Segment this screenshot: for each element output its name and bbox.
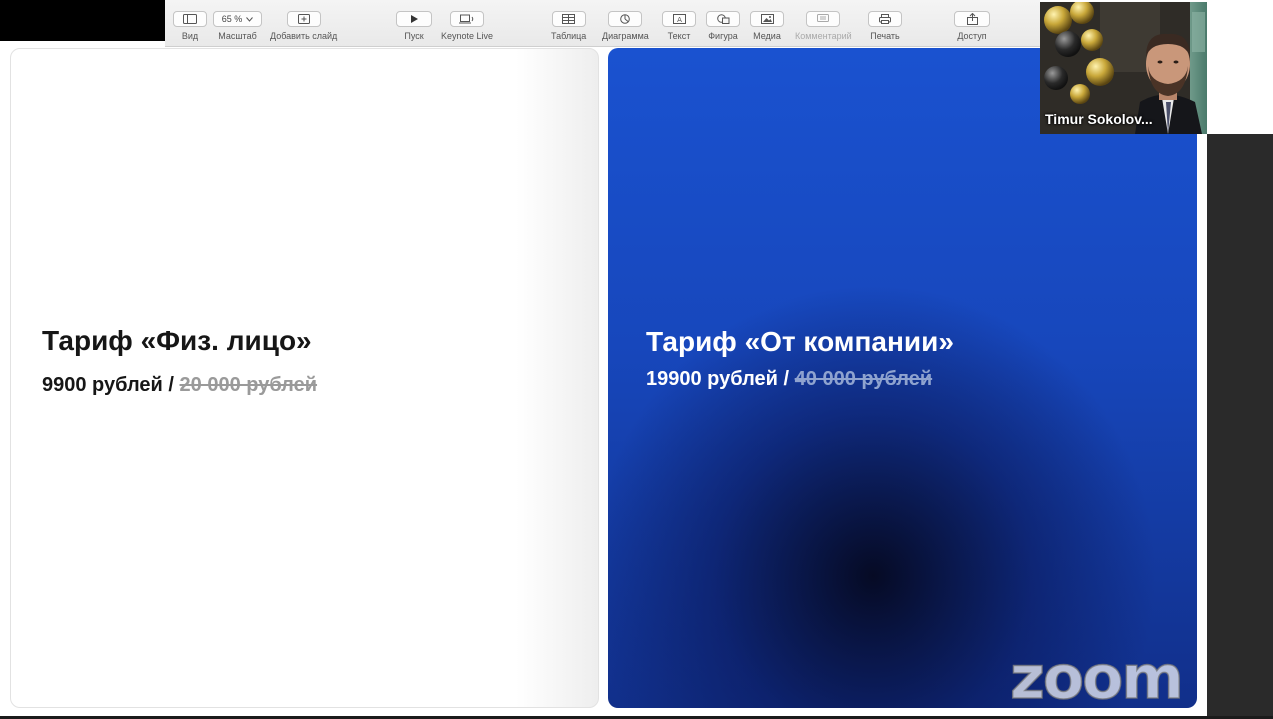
black-corner-area [0,0,165,41]
text-label: Текст [667,31,691,41]
shape-button[interactable]: Фигура [706,11,740,41]
right-dark-strip [1207,134,1273,719]
share-icon [954,11,990,27]
participant-name: Timur Sokolov... [1045,111,1153,127]
table-button[interactable]: Таблица [551,11,586,41]
play-label: Пуск [404,31,424,41]
play-icon [396,11,432,27]
add-slide-button[interactable]: Добавить слайд [270,11,337,41]
keynote-live-label: Keynote Live [441,31,494,41]
text-box-icon: A [662,11,696,27]
chart-label: Диаграмма [602,31,649,41]
zoom-dropdown[interactable]: 65 % Масштаб [213,11,262,41]
participant-video-tile[interactable]: Timur Sokolov... [1040,2,1207,134]
tariff-company-old-price: 40 000 рублей [794,368,933,390]
print-label: Печать [870,31,900,41]
shape-label: Фигура [708,31,738,41]
zoom-value: 65 % [221,14,243,24]
view-button[interactable]: Вид [173,11,207,41]
share-label: Доступ [957,31,987,41]
comment-icon [806,11,841,27]
comment-button[interactable]: Комментарий [795,11,852,41]
zoom-label: Масштаб [218,31,257,41]
svg-text:A: A [677,16,682,24]
tariff-company-price: 19900 рублей / [646,368,790,390]
table-label: Таблица [551,31,587,41]
tariff-individual-price: 9900 рублей / [42,374,174,396]
add-slide-label: Добавить слайд [270,31,338,41]
tariff-company-title: Тариф «От компании» [646,326,954,357]
zoom-watermark: zoom [1009,643,1184,713]
share-button[interactable]: Доступ [954,11,990,41]
table-icon [551,11,586,27]
text-button[interactable]: A Текст [662,11,696,41]
tariff-company-price-line: 19900 рублей / 40 000 рублей [646,368,932,391]
media-icon [750,11,784,27]
comment-label: Комментарий [795,31,852,41]
print-icon [868,11,902,27]
sidebar-view-icon [173,11,207,27]
chevron-down-icon [246,16,254,22]
print-button[interactable]: Печать [868,11,902,41]
shape-icon [706,11,740,27]
chart-button[interactable]: Диаграмма [602,11,649,41]
keynote-live-button[interactable]: Keynote Live [441,11,493,41]
keynote-live-icon [450,11,485,27]
chart-icon [608,11,643,27]
view-label: Вид [181,31,199,41]
tariff-individual-title: Тариф «Физ. лицо» [42,325,312,356]
play-button[interactable]: Пуск [396,11,432,41]
media-label: Медиа [753,31,781,41]
zoom-select[interactable]: 65 % [213,11,262,27]
tariff-individual-old-price: 20 000 рублей [179,374,318,396]
media-button[interactable]: Медиа [750,11,784,41]
tariff-individual-price-line: 9900 рублей / 20 000 рублей [42,374,317,397]
add-slide-icon [286,11,321,27]
keynote-toolbar: Вид 65 % Масштаб Добавить слайд Пуск Key… [165,0,1040,47]
